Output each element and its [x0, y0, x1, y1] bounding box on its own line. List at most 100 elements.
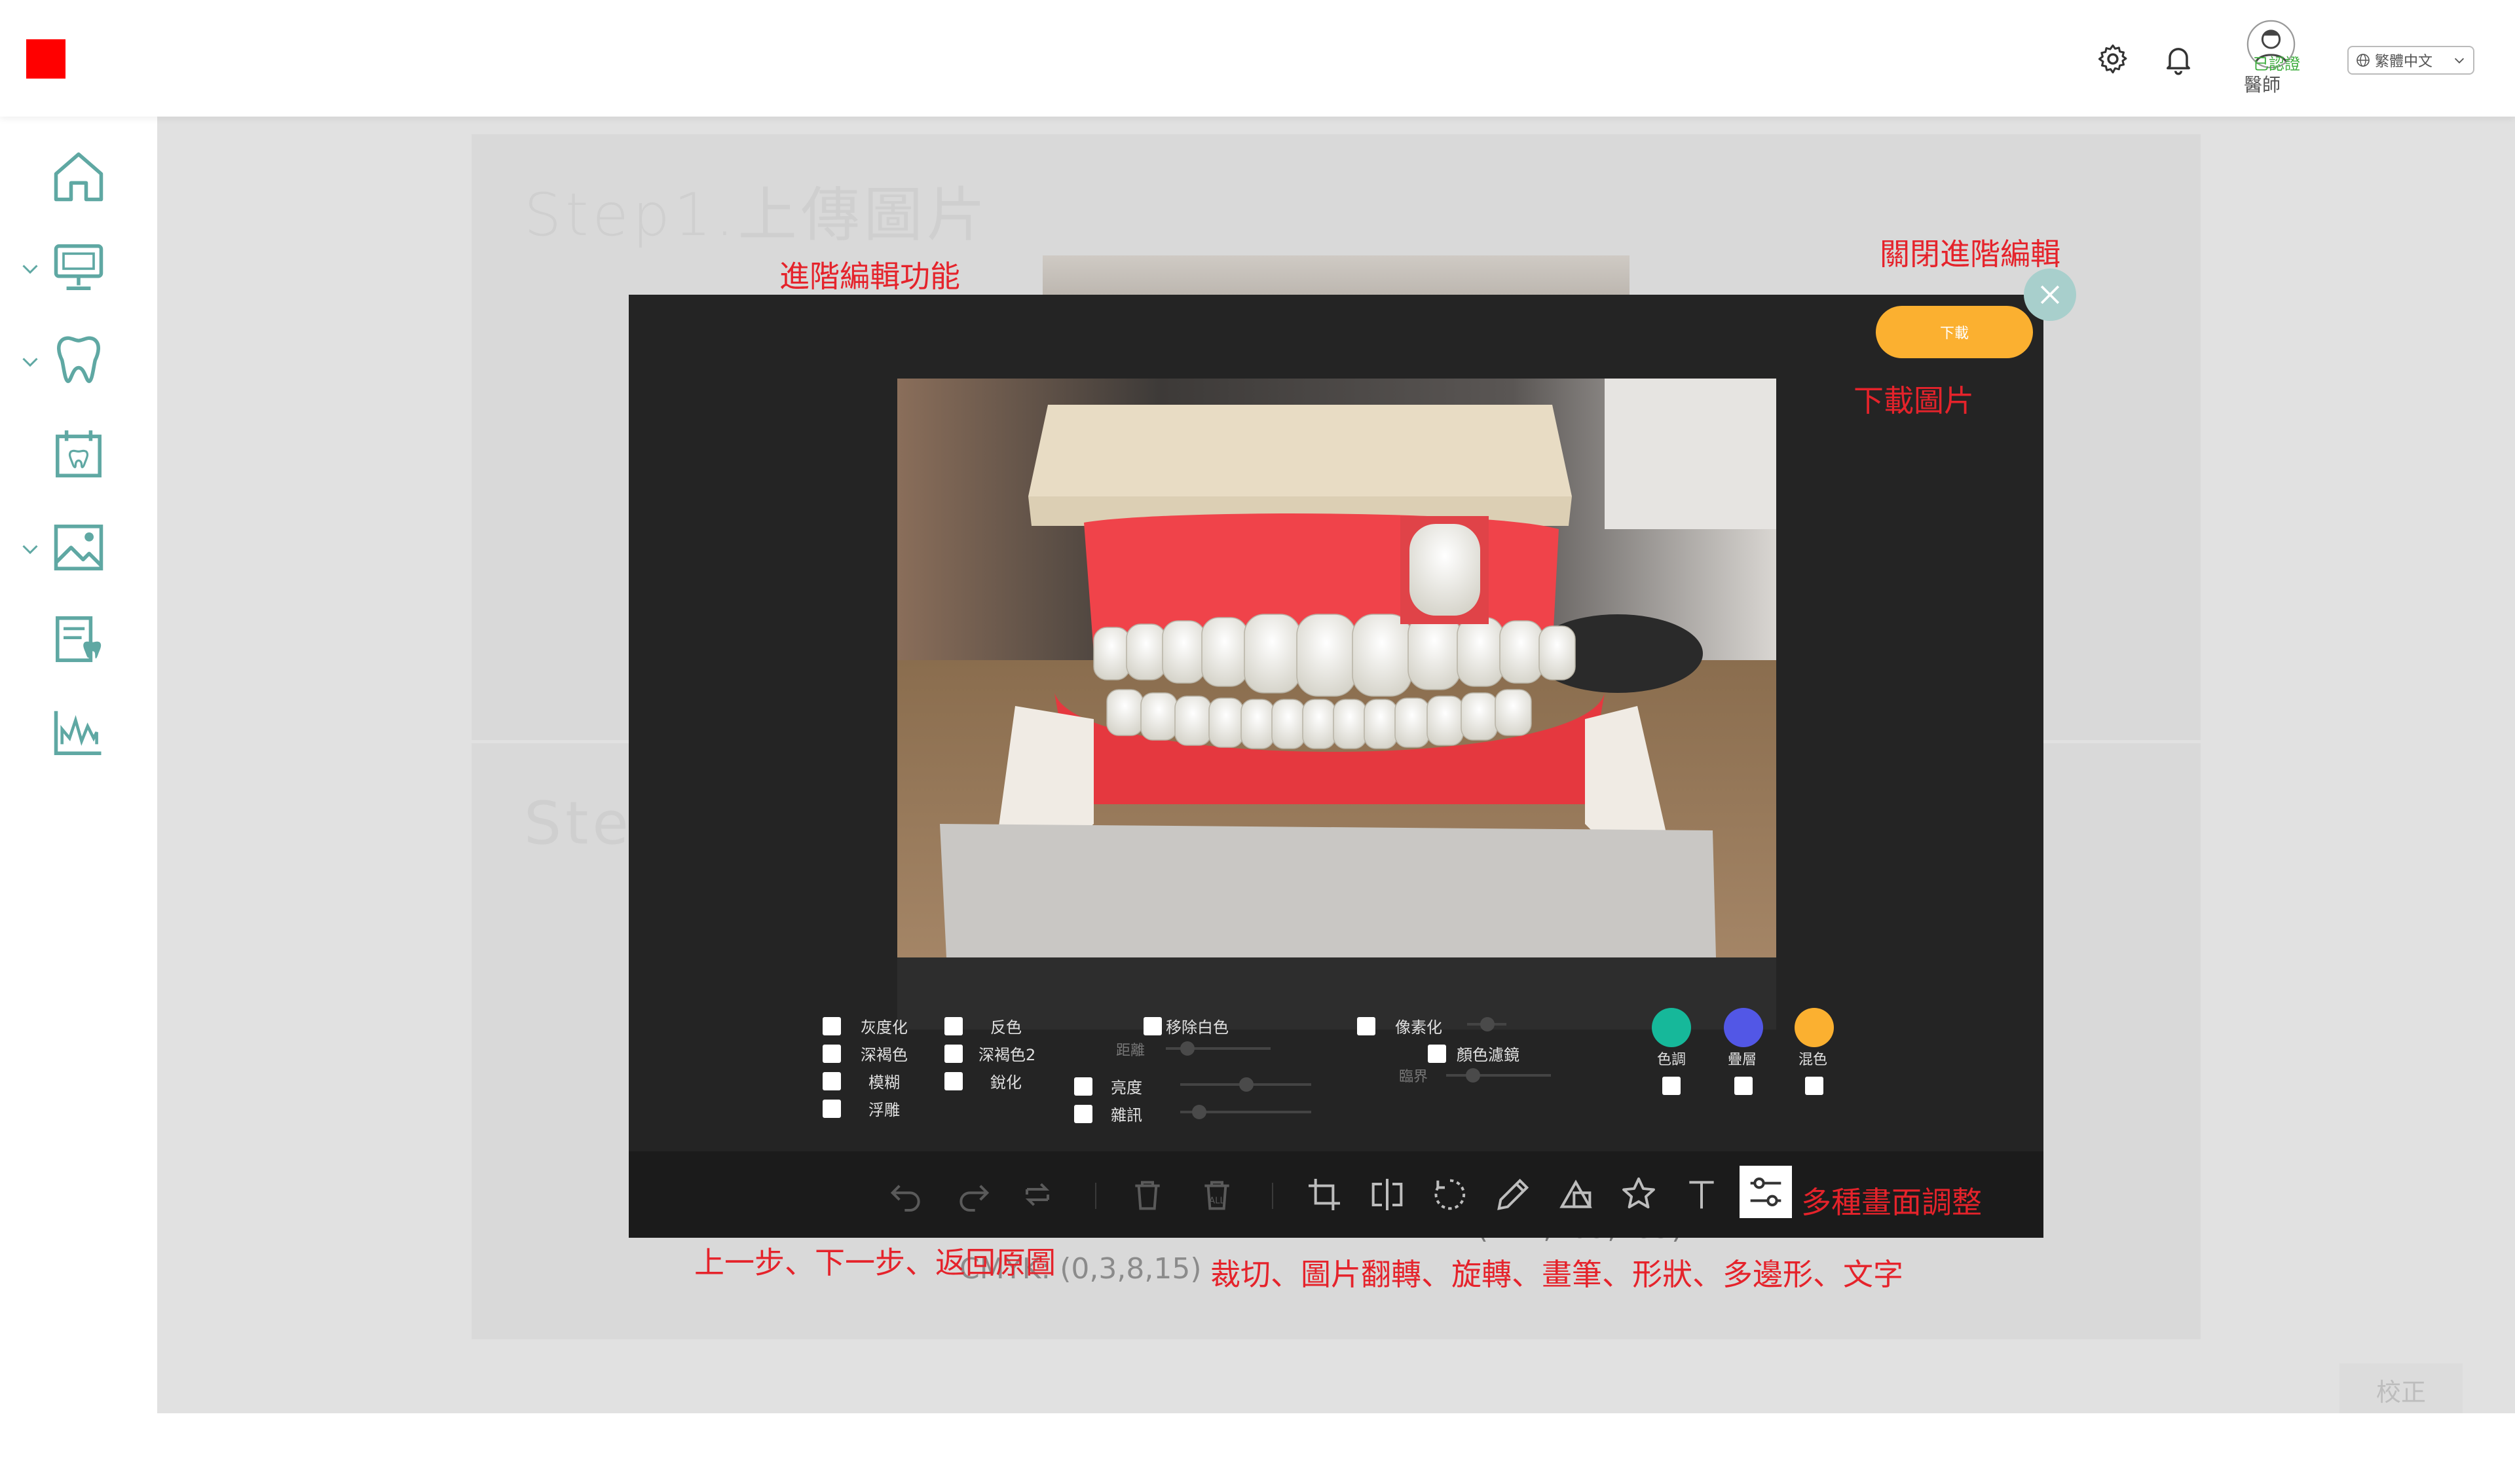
star-icon[interactable]: [1618, 1174, 1660, 1215]
filter-blur[interactable]: 模糊: [823, 1069, 900, 1092]
photo-bottom-strip: [897, 957, 1776, 1030]
tint-color-swatch[interactable]: [1652, 1008, 1691, 1047]
bell-icon[interactable]: [2161, 42, 2195, 76]
emboss-label: 浮雕: [868, 1101, 900, 1119]
filter-invert[interactable]: 反色: [944, 1014, 1022, 1037]
grayscale-checkbox[interactable]: [823, 1016, 841, 1035]
remove-white-label: 移除白色: [1166, 1018, 1229, 1037]
blend-checkbox[interactable]: [1805, 1077, 1823, 1095]
color-filter-label: 顏色濾鏡: [1457, 1046, 1519, 1064]
filter-noise[interactable]: 雜訊: [1074, 1102, 1142, 1125]
tint-checkbox[interactable]: [1662, 1077, 1681, 1095]
close-icon: [2040, 285, 2060, 305]
annotation-download-image: 下載圖片: [1854, 383, 1974, 418]
user-role: 醫師: [2244, 74, 2281, 96]
flip-icon[interactable]: [1366, 1174, 1408, 1215]
close-editor-button[interactable]: [2024, 269, 2076, 321]
delete-all-text: ALL: [1209, 1196, 1225, 1206]
threshold-slider[interactable]: [1446, 1068, 1551, 1083]
delete-all-icon[interactable]: ALL: [1196, 1174, 1238, 1215]
distance-slider[interactable]: [1166, 1041, 1271, 1056]
text-icon[interactable]: [1681, 1174, 1723, 1215]
pixelate-slider[interactable]: [1467, 1017, 1506, 1031]
globe-icon: [2357, 54, 2370, 67]
filter-grayscale[interactable]: 灰度化: [823, 1014, 908, 1037]
download-button[interactable]: 下載: [1876, 306, 2033, 358]
brightness-label: 亮度: [1111, 1079, 1142, 1097]
color-filter-checkbox[interactable]: [1428, 1044, 1446, 1063]
annotation-undo-redo: 上一步、下一步、返回原圖: [694, 1245, 1056, 1280]
chevron-down-icon[interactable]: [18, 350, 42, 373]
noise-label: 雜訊: [1111, 1106, 1142, 1124]
reset-icon[interactable]: [1016, 1174, 1058, 1215]
draw-icon[interactable]: [1492, 1174, 1534, 1215]
shape-icon[interactable]: [1555, 1174, 1597, 1215]
dental-model-photo: [897, 379, 1776, 957]
sharpen-label: 銳化: [990, 1073, 1022, 1092]
pixelate-checkbox[interactable]: [1357, 1016, 1375, 1035]
calendar-tooth-icon[interactable]: [48, 424, 109, 485]
noise-slider[interactable]: [1180, 1105, 1311, 1119]
footer-strip: [157, 1413, 2515, 1484]
rotate-icon[interactable]: [1429, 1174, 1471, 1215]
crop-icon[interactable]: [1303, 1174, 1345, 1215]
sharpen-checkbox[interactable]: [944, 1071, 963, 1090]
home-icon[interactable]: [48, 147, 109, 207]
chevron-down-icon[interactable]: [18, 537, 42, 561]
image-editor-modal: 下載 灰度化 深褐色 模糊 浮雕 反色 深褐色2 銳化 移除白色 距離 亮度 雜…: [629, 295, 2043, 1238]
monitor-icon[interactable]: [48, 237, 109, 297]
language-select[interactable]: 繁體中文: [2347, 46, 2474, 75]
gear-icon[interactable]: [2096, 42, 2130, 76]
invert-checkbox[interactable]: [944, 1016, 963, 1035]
toolbar-divider: [1095, 1183, 1096, 1209]
correct-button[interactable]: 校正: [2339, 1363, 2463, 1416]
invert-label: 反色: [990, 1018, 1022, 1037]
sepia-label: 深褐色: [861, 1046, 908, 1064]
filter-sharpen[interactable]: 銳化: [944, 1069, 1022, 1092]
sepia2-label: 深褐色2: [978, 1046, 1036, 1064]
blur-label: 模糊: [868, 1073, 900, 1092]
chevron-down-icon[interactable]: [18, 257, 42, 280]
brightness-slider[interactable]: [1180, 1077, 1311, 1092]
tint-label: 色調: [1657, 1052, 1686, 1068]
logo[interactable]: [26, 39, 65, 79]
filter-pixelate[interactable]: 像素化: [1357, 1014, 1442, 1037]
records-icon[interactable]: [48, 609, 109, 669]
filter-sepia[interactable]: 深褐色: [823, 1042, 908, 1065]
annotation-advanced-edit: 進階編輯功能: [779, 259, 960, 294]
distance-label: 距離: [1116, 1043, 1146, 1059]
filter-emboss[interactable]: 浮雕: [823, 1097, 900, 1120]
filter-brightness[interactable]: 亮度: [1074, 1075, 1142, 1098]
redo-icon[interactable]: [952, 1174, 994, 1215]
filter-color[interactable]: 顏色濾鏡: [1428, 1042, 1519, 1065]
remove-white-checkbox[interactable]: [1144, 1016, 1162, 1035]
blend-label: 混色: [1798, 1052, 1828, 1068]
chart-icon[interactable]: [48, 702, 109, 762]
image-icon[interactable]: [48, 517, 109, 578]
chevron-down-icon: [2454, 58, 2465, 64]
emboss-checkbox[interactable]: [823, 1099, 841, 1118]
toolbar-divider: [1272, 1183, 1273, 1209]
filter-icon[interactable]: [1740, 1166, 1792, 1218]
brightness-checkbox[interactable]: [1074, 1077, 1092, 1096]
annotation-multi-adjust: 多種畫面調整: [1801, 1185, 1982, 1220]
delete-icon[interactable]: [1127, 1174, 1168, 1215]
top-header: 已認證 醫師 繁體中文: [0, 0, 2515, 117]
undo-icon[interactable]: [885, 1174, 927, 1215]
sepia-checkbox[interactable]: [823, 1044, 841, 1063]
grayscale-label: 灰度化: [861, 1018, 908, 1037]
filter-sepia2[interactable]: 深褐色2: [944, 1042, 1035, 1065]
tooth-icon[interactable]: [48, 330, 109, 390]
noise-checkbox[interactable]: [1074, 1104, 1092, 1123]
sepia2-checkbox[interactable]: [944, 1044, 963, 1063]
multiply-checkbox[interactable]: [1734, 1077, 1753, 1095]
multiply-color-swatch[interactable]: [1724, 1008, 1763, 1047]
annotation-tools: 裁切、圖片翻轉、旋轉、畫筆、形狀、多邊形、文字: [1210, 1257, 1903, 1292]
blur-checkbox[interactable]: [823, 1071, 841, 1090]
filter-remove-white[interactable]: 移除白色: [1144, 1014, 1229, 1037]
pixelate-label: 像素化: [1395, 1018, 1442, 1037]
app-root: 已認證 醫師 繁體中文 Step1.上傳圖片 Step CMYK: (0,3,8…: [0, 0, 2515, 1484]
blend-color-swatch[interactable]: [1795, 1008, 1834, 1047]
background-image-preview: [1043, 255, 1630, 295]
language-label: 繁體中文: [2375, 54, 2433, 70]
